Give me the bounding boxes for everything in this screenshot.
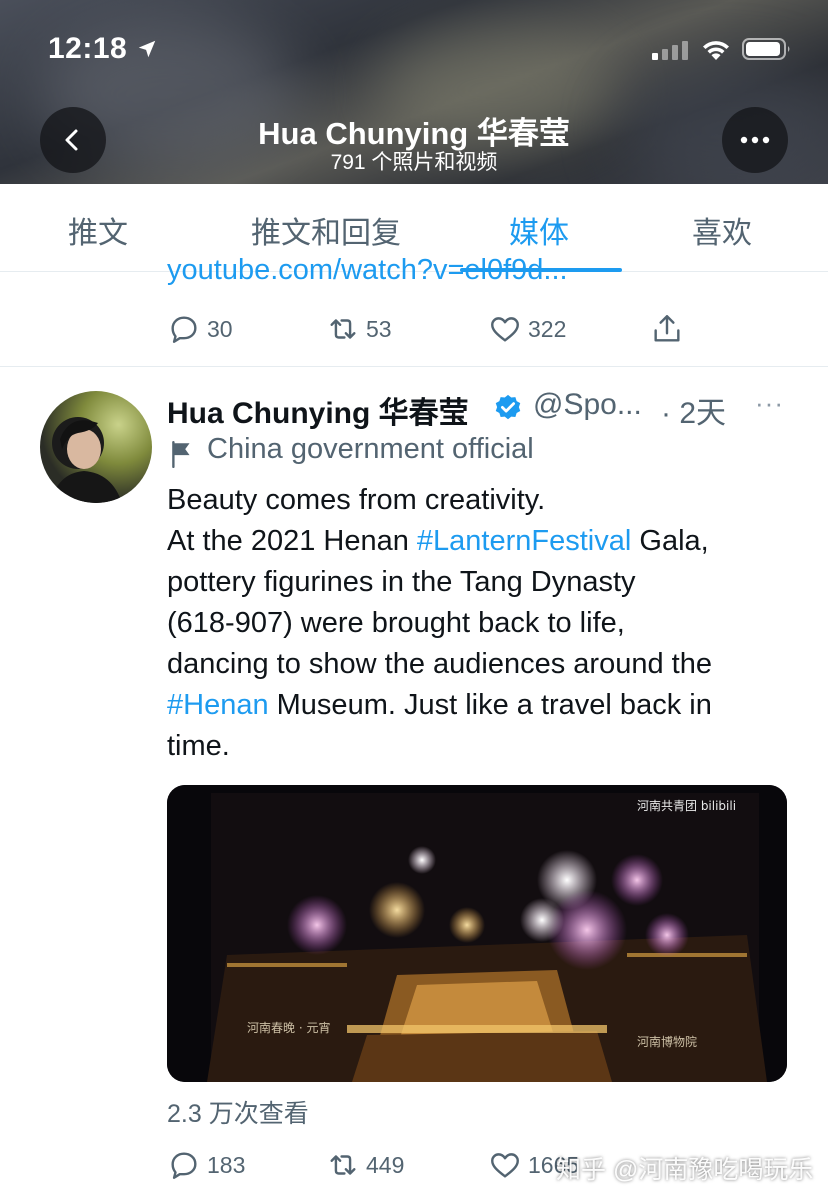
like-count: 322 xyxy=(528,315,567,342)
tweet-text-segment: Beauty comes from creativity. xyxy=(167,484,546,516)
tab-media[interactable]: 媒体 xyxy=(509,208,569,252)
hashtag-link[interactable]: #LanternFestival xyxy=(417,525,631,557)
tweet-text: Beauty comes from creativity. At the 2021… xyxy=(167,480,807,767)
tweet-text-line: pottery figurines in the Tang Dynasty xyxy=(167,562,807,603)
reply-icon xyxy=(171,316,197,343)
view-count: 2.3 万次查看 xyxy=(167,1100,309,1128)
author-handle[interactable]: @Spo... xyxy=(533,388,645,422)
tweet-video[interactable]: 河南共青团 bilibili 河南春晚 · 元宵 河南博物院 xyxy=(167,785,787,1082)
verified-badge-icon xyxy=(495,394,521,420)
tweet-text-line: time. xyxy=(167,726,807,767)
retweet-count: 53 xyxy=(366,315,392,342)
retweet-button[interactable]: 449 xyxy=(326,1148,404,1182)
tweet-text-segment: time. xyxy=(167,730,230,762)
tab-tweets-and-replies[interactable]: 推文和回复 xyxy=(251,208,401,252)
video-source-label: 河南共青团 bilibili xyxy=(637,799,737,813)
more-options-button[interactable] xyxy=(722,107,788,173)
heart-icon xyxy=(491,1153,519,1178)
tab-likes[interactable]: 喜欢 xyxy=(692,208,752,252)
status-time: 12:18 xyxy=(48,32,128,65)
reply-count: 30 xyxy=(207,315,233,342)
retweet-icon xyxy=(330,319,356,339)
previous-tweet-actions: 30 53 322 xyxy=(0,312,828,356)
tweet-text-line: (618-907) were brought back to life, xyxy=(167,603,807,644)
tweet-text-segment: At the 2021 Henan xyxy=(167,525,417,557)
tab-tweets[interactable]: 推文 xyxy=(68,208,128,252)
author-name[interactable]: Hua Chunying 华春莹 xyxy=(167,388,469,432)
tweet-text-segment: (618-907) were brought back to life, xyxy=(167,607,625,639)
tweet-link[interactable]: youtube.com/watch?v=el0f9d... xyxy=(167,254,568,294)
avatar-portrait xyxy=(50,417,122,503)
share-button[interactable] xyxy=(650,312,684,346)
video-caption-left: 河南春晚 · 元宵 xyxy=(247,1021,331,1035)
retweet-button[interactable]: 53 xyxy=(326,312,392,346)
hashtag-link[interactable]: #Henan xyxy=(167,689,269,721)
video-caption-right: 河南博物院 xyxy=(637,1035,698,1049)
account-label-text: China government official xyxy=(207,433,534,465)
retweet-icon xyxy=(330,1155,356,1175)
reply-button[interactable]: 183 xyxy=(167,1148,245,1182)
tweet-text-segment: Museum. Just like a travel back in xyxy=(268,689,712,721)
wifi-icon xyxy=(703,41,729,60)
more-horizontal-icon xyxy=(740,136,770,144)
share-icon xyxy=(654,315,680,342)
retweet-count: 449 xyxy=(366,1151,405,1178)
like-button[interactable]: 322 xyxy=(488,312,566,346)
tweet-divider xyxy=(0,366,828,367)
tweet-header: Hua Chunying 华春莹 @Spo... · 2天 ··· xyxy=(167,386,807,430)
reply-button[interactable]: 30 xyxy=(167,312,233,346)
flag-icon xyxy=(172,440,190,468)
tweet-text-line: dancing to show the audiences around the xyxy=(167,644,807,685)
tweet-text-segment: pottery figurines in the Tang Dynasty xyxy=(167,566,636,598)
tweet-time[interactable]: · 2天 xyxy=(661,388,726,432)
tweet-more-icon[interactable]: ··· xyxy=(755,388,784,419)
tweet-text-line: #Henan Museum. Just like a travel back i… xyxy=(167,685,807,726)
cellular-signal-icon xyxy=(652,38,688,60)
location-arrow-icon xyxy=(138,40,156,58)
profile-header: 12:18 Hua Chunying 华春莹 791 个照片和视频 xyxy=(0,0,828,184)
tweet-text-line: At the 2021 Henan #LanternFestival Gala, xyxy=(167,521,807,562)
tweet-text-segment: Gala, xyxy=(631,525,709,557)
reply-icon xyxy=(171,1152,197,1179)
battery-icon xyxy=(742,38,790,60)
status-bar: 12:18 xyxy=(0,28,828,72)
zhihu-watermark: 知乎 @河南豫吃喝玩乐 xyxy=(556,1156,814,1184)
tweet-text-segment: dancing to show the audiences around the xyxy=(167,648,712,680)
reply-count: 183 xyxy=(207,1151,246,1178)
avatar[interactable] xyxy=(40,391,152,503)
heart-icon xyxy=(491,317,519,342)
media-count-subtitle: 791 个照片和视频 xyxy=(330,151,498,174)
tweet-text-line: Beauty comes from creativity. xyxy=(167,480,807,521)
